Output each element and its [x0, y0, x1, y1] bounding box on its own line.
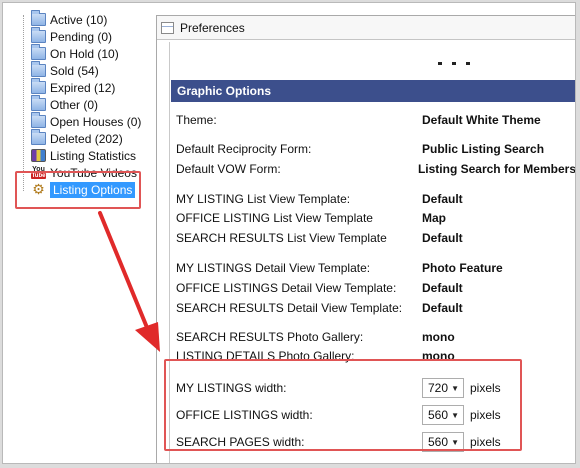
- tree-item-listing-statistics[interactable]: Listing Statistics: [31, 147, 136, 164]
- section-title: Graphic Options: [177, 84, 272, 98]
- truncated-row-marks: [438, 54, 498, 65]
- tree-item-active[interactable]: Active (10): [31, 10, 108, 28]
- setting-row-search-results-list-template: SEARCH RESULTS List View Template Defaul…: [176, 230, 575, 246]
- setting-row-search-results-photo-gallery: SEARCH RESULTS Photo Gallery: mono: [176, 329, 575, 345]
- tree-item-label: Active (10): [50, 12, 108, 27]
- tree-item-label: Deleted (202): [50, 131, 123, 146]
- setting-row-office-listing-list-template: OFFICE LISTING List View Template Map: [176, 210, 575, 226]
- highlight-box-listing-options: [15, 171, 141, 209]
- folder-icon: [31, 10, 46, 26]
- tab-preferences[interactable]: Preferences: [157, 16, 575, 40]
- setting-row-search-results-detail-template: SEARCH RESULTS Detail View Template: Def…: [176, 300, 575, 316]
- tree-item-label: Open Houses (0): [50, 114, 142, 129]
- setting-label: MY LISTINGS Detail View Template:: [176, 261, 371, 275]
- folder-icon: [31, 95, 46, 111]
- listing-tree: Active (10) Pending (0) On Hold (10) Sol…: [3, 3, 151, 463]
- tree-item-label: Other (0): [50, 97, 99, 112]
- setting-label: Default Reciprocity Form:: [176, 142, 312, 156]
- setting-row-reciprocity-form: Default Reciprocity Form: Public Listing…: [176, 141, 575, 157]
- setting-value[interactable]: Default: [422, 301, 463, 315]
- folder-icon: [31, 44, 46, 60]
- setting-value[interactable]: Map: [422, 211, 446, 225]
- folder-icon: [31, 27, 46, 43]
- setting-value[interactable]: Listing Search for Members: [418, 162, 575, 176]
- tree-item-label: Pending (0): [50, 29, 113, 44]
- folder-icon: [31, 112, 46, 128]
- tree-item-open-houses[interactable]: Open Houses (0): [31, 112, 142, 130]
- folder-icon: [31, 78, 46, 94]
- bar-chart-icon: [31, 149, 46, 162]
- setting-row-office-listings-detail-template: OFFICE LISTINGS Detail View Template: De…: [176, 280, 575, 296]
- setting-value[interactable]: Default: [422, 192, 463, 206]
- setting-row-vow-form: Default VOW Form: Listing Search for Mem…: [176, 161, 575, 177]
- tab-title: Preferences: [180, 20, 245, 35]
- tree-item-label: On Hold (10): [50, 46, 119, 61]
- setting-label: SEARCH RESULTS Detail View Template:: [176, 301, 403, 315]
- tree-item-expired[interactable]: Expired (12): [31, 78, 116, 96]
- setting-value[interactable]: Default White Theme: [422, 113, 541, 127]
- window-icon: [161, 21, 174, 34]
- tree-guide-line: [23, 15, 24, 191]
- tree-item-other[interactable]: Other (0): [31, 95, 99, 113]
- setting-label: OFFICE LISTING List View Template: [176, 211, 373, 225]
- setting-label: Default VOW Form:: [176, 162, 281, 176]
- setting-label: OFFICE LISTINGS Detail View Template:: [176, 281, 397, 295]
- tree-item-label: Listing Statistics: [50, 148, 137, 163]
- setting-value[interactable]: Public Listing Search: [422, 142, 544, 156]
- setting-row-my-listings-detail-template: MY LISTINGS Detail View Template: Photo …: [176, 260, 575, 276]
- folder-icon: [31, 129, 46, 145]
- setting-value[interactable]: mono: [422, 330, 455, 344]
- setting-row-theme: Theme: Default White Theme: [176, 112, 575, 128]
- folder-icon: [31, 61, 46, 77]
- setting-value[interactable]: Photo Feature: [422, 261, 503, 275]
- setting-label: SEARCH RESULTS List View Template: [176, 231, 387, 245]
- setting-row-my-listing-list-template: MY LISTING List View Template: Default: [176, 191, 575, 207]
- tree-item-label: Sold (54): [50, 63, 99, 78]
- tree-item-label: Expired (12): [50, 80, 116, 95]
- highlight-box-width-settings: [164, 359, 522, 451]
- setting-value[interactable]: Default: [422, 231, 463, 245]
- setting-label: MY LISTING List View Template:: [176, 192, 351, 206]
- tree-item-on-hold[interactable]: On Hold (10): [31, 44, 119, 62]
- window-frame: Active (10) Pending (0) On Hold (10) Sol…: [2, 2, 576, 464]
- tree-item-sold[interactable]: Sold (54): [31, 61, 99, 79]
- setting-label: SEARCH RESULTS Photo Gallery:: [176, 330, 364, 344]
- section-header-graphic-options: Graphic Options: [171, 80, 575, 102]
- tree-item-pending[interactable]: Pending (0): [31, 27, 113, 45]
- tree-item-deleted[interactable]: Deleted (202): [31, 129, 123, 147]
- setting-label: Theme:: [176, 113, 217, 127]
- setting-value[interactable]: Default: [422, 281, 463, 295]
